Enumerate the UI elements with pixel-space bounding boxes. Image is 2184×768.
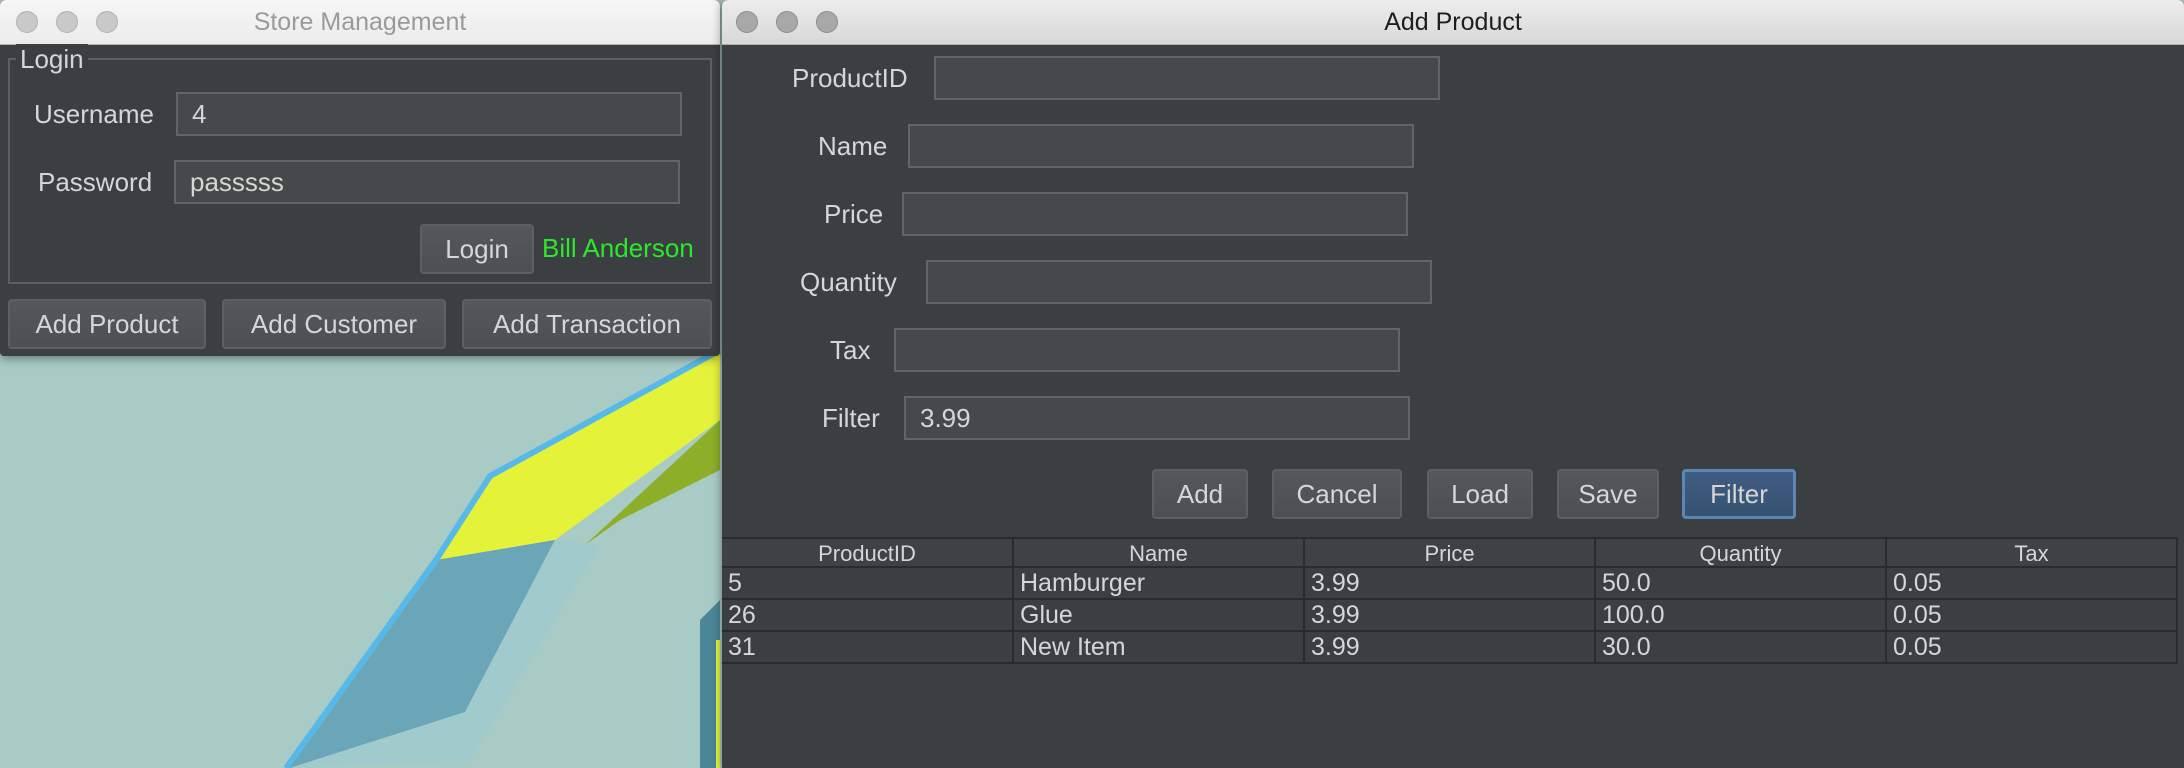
save-button[interactable]: Save — [1557, 469, 1659, 519]
products-table[interactable]: ProductID Name Price Quantity Tax 5 Hamb… — [722, 537, 2178, 764]
price-label: Price — [824, 199, 884, 229]
password-label: Password — [38, 167, 153, 197]
filter-button[interactable]: Filter — [1682, 469, 1796, 519]
cell-tax[interactable]: 0.05 — [1887, 600, 2178, 630]
filter-field[interactable]: 3.99 — [904, 396, 1410, 440]
cell-productid[interactable]: 5 — [722, 568, 1014, 598]
column-header-quantity[interactable]: Quantity — [1596, 539, 1887, 568]
cell-price[interactable]: 3.99 — [1305, 568, 1596, 598]
password-field[interactable]: passsss — [174, 160, 680, 204]
cell-quantity[interactable]: 30.0 — [1596, 632, 1887, 662]
tax-field[interactable] — [894, 328, 1400, 372]
window-title: Add Product — [1384, 8, 1522, 36]
column-header-name[interactable]: Name — [1014, 539, 1305, 568]
add-customer-button[interactable]: Add Customer — [222, 299, 446, 349]
product-id-field[interactable] — [934, 56, 1440, 100]
username-label: Username — [34, 99, 154, 129]
load-button[interactable]: Load — [1427, 469, 1533, 519]
price-field[interactable] — [902, 192, 1408, 236]
column-header-productid[interactable]: ProductID — [722, 539, 1014, 568]
logged-in-user-status: Bill Anderson — [542, 233, 694, 263]
filter-label: Filter — [822, 403, 880, 433]
cell-tax[interactable]: 0.05 — [1887, 568, 2178, 598]
table-row[interactable]: 26 Glue 3.99 100.0 0.05 — [722, 600, 2178, 632]
cell-price[interactable]: 3.99 — [1305, 632, 1596, 662]
quantity-field[interactable] — [926, 260, 1432, 304]
cell-name[interactable]: New Item — [1014, 632, 1305, 662]
product-id-label: ProductID — [792, 63, 908, 93]
quantity-label: Quantity — [800, 267, 897, 297]
username-field[interactable]: 4 — [176, 92, 682, 136]
window-title: Store Management — [253, 8, 467, 36]
store-management-window: Store Management Login Username 4 Passwo… — [0, 0, 720, 356]
tax-label: Tax — [830, 335, 871, 365]
store-management-titlebar[interactable]: Store Management — [0, 0, 720, 45]
add-button[interactable]: Add — [1152, 469, 1248, 519]
cell-quantity[interactable]: 50.0 — [1596, 568, 1887, 598]
cell-productid[interactable]: 31 — [722, 632, 1014, 662]
cell-productid[interactable]: 26 — [722, 600, 1014, 630]
cell-price[interactable]: 3.99 — [1305, 600, 1596, 630]
add-transaction-button[interactable]: Add Transaction — [462, 299, 712, 349]
column-header-tax[interactable]: Tax — [1887, 539, 2178, 568]
cell-name[interactable]: Glue — [1014, 600, 1305, 630]
column-header-price[interactable]: Price — [1305, 539, 1596, 568]
table-header: ProductID Name Price Quantity Tax — [722, 537, 2178, 568]
login-group-legend: Login — [16, 44, 88, 75]
cell-quantity[interactable]: 100.0 — [1596, 600, 1887, 630]
cell-tax[interactable]: 0.05 — [1887, 632, 2178, 662]
table-row[interactable]: 31 New Item 3.99 30.0 0.05 — [722, 632, 2178, 664]
name-label: Name — [818, 131, 888, 161]
add-product-button[interactable]: Add Product — [8, 299, 206, 349]
cancel-button[interactable]: Cancel — [1272, 469, 1402, 519]
add-product-titlebar[interactable]: Add Product — [722, 0, 2184, 45]
table-row[interactable]: 5 Hamburger 3.99 50.0 0.05 — [722, 568, 2178, 600]
name-field[interactable] — [908, 124, 1414, 168]
login-button[interactable]: Login — [420, 224, 534, 274]
cell-name[interactable]: Hamburger — [1014, 568, 1305, 598]
